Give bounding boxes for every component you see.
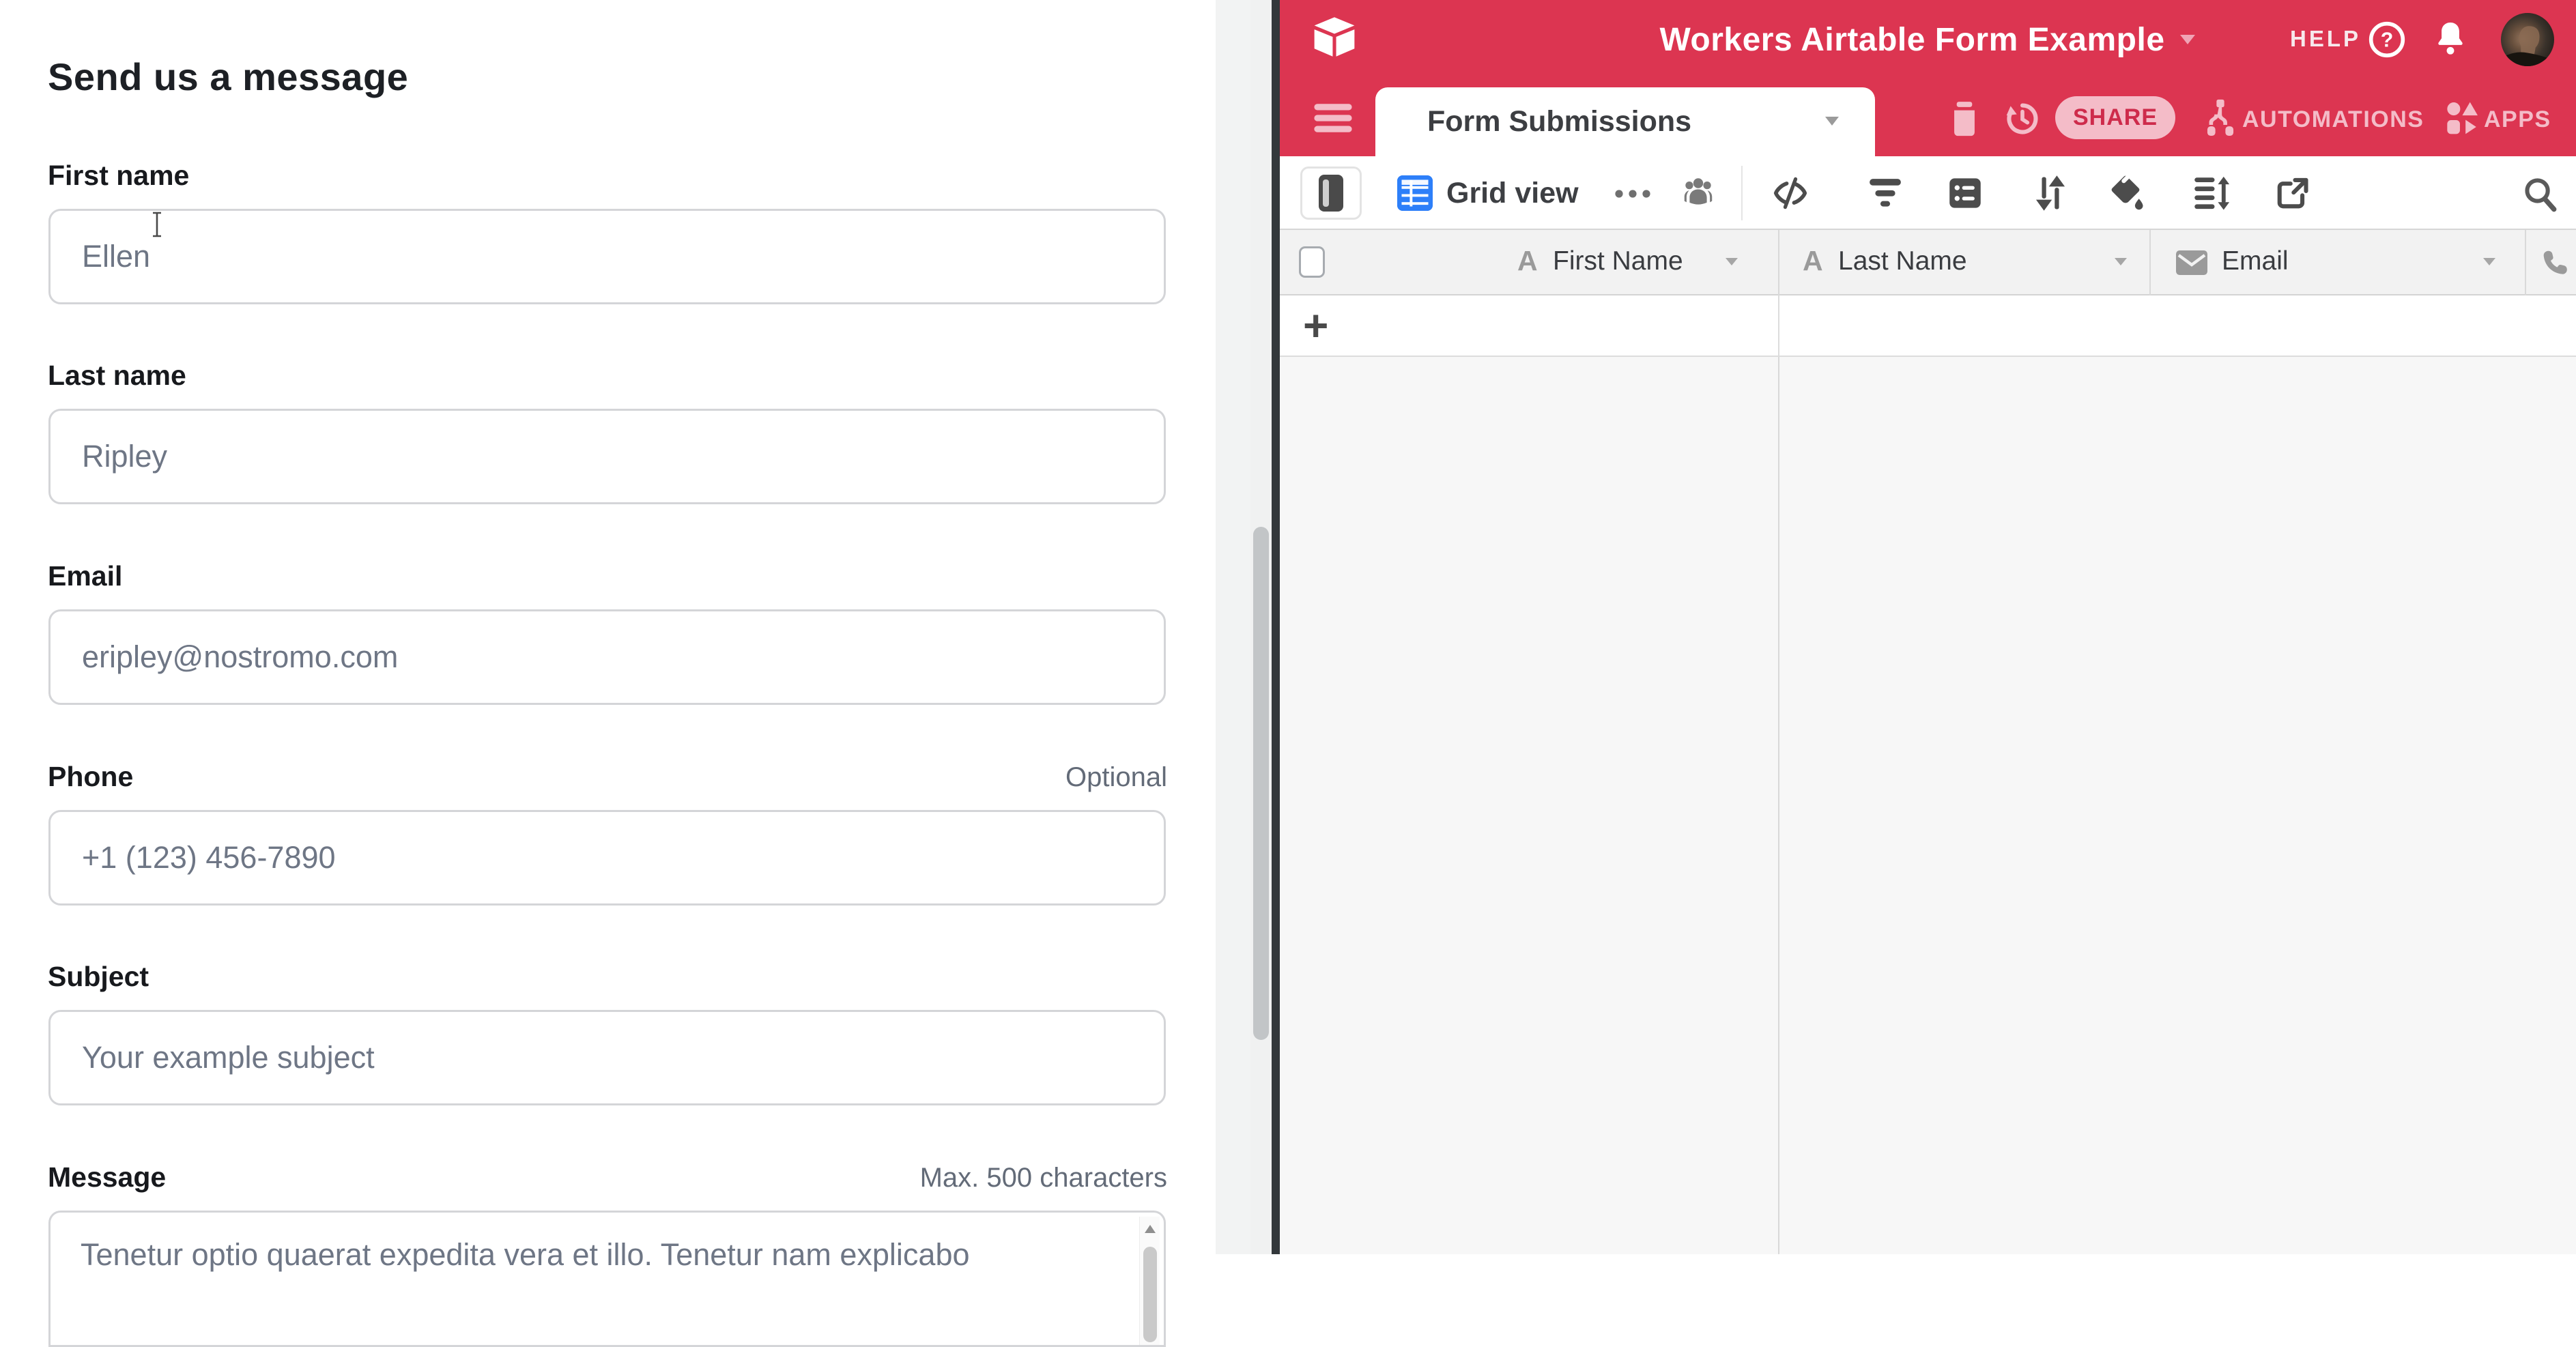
group-icon[interactable] <box>1947 175 1983 211</box>
grid-column-line <box>1778 295 1779 357</box>
contact-form-pane: Send us a message First name Last name E… <box>0 0 1216 1254</box>
last-name-input[interactable] <box>48 409 1166 504</box>
form-title: Send us a message <box>48 55 408 99</box>
base-title: Workers Airtable Form Example <box>1659 21 2164 59</box>
history-icon[interactable] <box>2005 100 2040 138</box>
text-field-type-icon: A <box>1803 245 1823 277</box>
column-caret-icon[interactable] <box>1725 257 1738 266</box>
message-max-chars-hint: Max. 500 characters <box>920 1163 1167 1193</box>
apps-icon[interactable] <box>2444 100 2480 136</box>
phone-optional-hint: Optional <box>1065 762 1167 793</box>
airtable-pane: Workers Airtable Form Example HELP ? <box>1280 0 2576 1254</box>
color-icon[interactable] <box>2107 174 2144 212</box>
share-button[interactable]: SHARE <box>2055 96 2175 139</box>
automations-label[interactable]: AUTOMATIONS <box>2242 106 2424 133</box>
scroll-up-arrow-icon[interactable] <box>1145 1225 1156 1233</box>
message-placeholder: Tenetur optio quaerat expedita vera et i… <box>81 1237 970 1273</box>
notifications-bell-icon[interactable] <box>2433 20 2467 59</box>
last-name-label: Last name <box>48 360 186 392</box>
apps-label[interactable]: APPS <box>2484 106 2551 133</box>
column-divider[interactable] <box>2149 230 2151 295</box>
hide-fields-icon[interactable] <box>1773 175 1808 211</box>
grid-header-row: A First Name A Last Name Email P <box>1280 230 2576 295</box>
pane-divider <box>1272 0 1280 1254</box>
text-cursor-icon <box>152 212 162 237</box>
share-view-icon[interactable] <box>2275 175 2310 211</box>
filter-icon[interactable] <box>1868 177 1902 209</box>
airtable-menubar: Form Submissions SHARE AUTOMATIONS <box>1280 79 2576 156</box>
column-caret-icon[interactable] <box>2482 257 2496 266</box>
collaborators-icon[interactable] <box>1680 174 1717 211</box>
sort-icon[interactable] <box>2033 174 2067 212</box>
grid-column-line <box>1778 357 1779 1254</box>
select-all-checkbox[interactable] <box>1299 246 1325 278</box>
table-tab-label: Form Submissions <box>1427 105 1691 139</box>
table-tab-caret-icon <box>1824 116 1840 126</box>
first-name-input[interactable] <box>48 209 1166 304</box>
email-field-type-icon <box>2175 250 2208 276</box>
column-divider[interactable] <box>2525 230 2526 295</box>
textarea-scroll-thumb[interactable] <box>1143 1247 1157 1342</box>
search-icon[interactable] <box>2522 175 2558 212</box>
phone-label: Phone <box>48 761 133 793</box>
base-title-caret-icon <box>2179 33 2196 46</box>
subject-input[interactable] <box>48 1010 1166 1105</box>
view-toolbar: Grid view <box>1280 156 2576 230</box>
first-name-label: First name <box>48 160 189 192</box>
help-link[interactable]: HELP <box>2290 26 2361 52</box>
text-field-type-icon: A <box>1517 245 1538 277</box>
sidebar-panel-icon <box>1319 175 1343 212</box>
trash-icon[interactable] <box>1949 101 1980 136</box>
view-sidebar-toggle-button[interactable] <box>1300 166 1362 220</box>
grid-view-icon <box>1397 175 1433 211</box>
textarea-scrollbar[interactable] <box>1139 1217 1160 1346</box>
grid-empty-area <box>1280 357 2576 1254</box>
column-header-last-name[interactable]: Last Name <box>1838 246 1967 276</box>
email-input[interactable] <box>48 609 1166 705</box>
email-label: Email <box>48 560 122 592</box>
message-textarea[interactable]: Tenetur optio quaerat expedita vera et i… <box>48 1211 1166 1347</box>
view-name[interactable]: Grid view <box>1446 177 1579 210</box>
svg-text:?: ? <box>2381 29 2394 52</box>
user-avatar[interactable] <box>2501 13 2554 66</box>
help-circle-icon[interactable]: ? <box>2368 20 2406 59</box>
airtable-topbar: Workers Airtable Form Example HELP ? <box>1280 0 2576 79</box>
toolbar-divider <box>1741 166 1743 220</box>
row-height-icon[interactable] <box>2193 175 2230 211</box>
page-scrollbar-thumb[interactable] <box>1253 527 1269 1040</box>
phone-field-type-icon <box>2540 248 2570 278</box>
column-divider[interactable] <box>1778 230 1779 295</box>
phone-input[interactable] <box>48 810 1166 906</box>
column-header-email[interactable]: Email <box>2222 246 2289 276</box>
column-header-first-name[interactable]: First Name <box>1553 246 1683 276</box>
view-more-icon[interactable] <box>1614 189 1652 199</box>
add-record-plus-icon[interactable]: + <box>1303 305 1328 346</box>
share-button-label: SHARE <box>2073 104 2158 131</box>
table-tab-form-submissions[interactable]: Form Submissions <box>1375 87 1875 156</box>
automations-icon[interactable] <box>2203 98 2238 138</box>
column-caret-icon[interactable] <box>2114 257 2128 266</box>
subject-label: Subject <box>48 961 149 993</box>
airtable-logo-icon[interactable] <box>1313 16 1356 57</box>
hamburger-menu-icon[interactable] <box>1313 102 1354 134</box>
add-record-row[interactable]: + <box>1280 295 2576 357</box>
message-label: Message <box>48 1161 166 1193</box>
